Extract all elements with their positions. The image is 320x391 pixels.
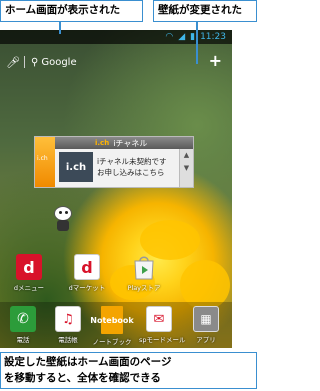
plus-icon[interactable]: + [209,51,222,70]
app-dmarket[interactable]: d dマーケット [67,254,107,292]
app-label: dメニュー [13,284,45,292]
callout-wallpaper-text: 壁紙が変更された [158,4,242,16]
mascot-head [54,206,72,221]
mascot-character-icon[interactable] [52,206,74,232]
chevron-down-icon[interactable]: ▼ [180,162,193,175]
search-divider [24,56,25,68]
widget-title: iチャネル [113,138,148,148]
search-icon[interactable]: ⚲ [31,57,38,68]
app-label: アプリ [196,336,216,344]
app-drawer[interactable]: ▦ アプリ [186,306,226,344]
chevron-up-icon[interactable]: ▲ [180,149,193,162]
status-time: 11:23 [200,32,226,42]
home-screen[interactable]: ◠ ◢ ▮ 11:23 🎤︎ ⚲ Google + i.ch i.ch iチャネ… [0,30,232,348]
widget-thumbnail[interactable]: i.ch [59,152,93,182]
widget-scroll-controls[interactable]: ▲ ▼ [179,149,193,187]
callout-wallpaper-changed: 壁紙が変更された [153,0,257,22]
widget-message[interactable]: iチャネル未契約です お申し込みはこちら [97,156,179,178]
widget-side-label: i.ch [37,155,48,162]
app-label: 電話帳 [58,336,78,344]
mascot-eye [59,211,62,214]
app-label: 電話 [16,336,30,344]
caption-line2: を移動すると、全体を確認できる [4,372,161,384]
signal-icon: ◢ [178,32,186,42]
widget-side-tab[interactable]: i.ch [35,137,55,187]
app-label: ノートブック [92,338,132,346]
caption-box: 設定した壁紙はホーム画面のページ を移動すると、全体を確認できる [0,352,257,389]
callout-home-text: ホーム画面が表示された [5,4,121,16]
app-label: Playストア [127,284,161,292]
app-play-store[interactable]: Playストア [124,254,164,292]
phonebook-icon[interactable]: ♫ [55,306,81,332]
phone-icon[interactable]: ✆ [10,306,36,332]
mic-icon[interactable]: 🎤︎ [6,56,20,69]
mascot-body [57,220,69,231]
callout-leader-line [196,22,198,64]
widget-message-line2: お申し込みはこちら [97,168,165,177]
app-notebook[interactable]: Notebook ノートブック [90,306,134,346]
dmenu-icon[interactable]: d [16,254,42,280]
google-search-bar[interactable]: 🎤︎ ⚲ Google + [6,51,224,72]
dmarket-icon[interactable]: d [74,254,100,280]
battery-icon: ▮ [190,32,196,42]
callout-leader-line [59,22,61,34]
wifi-icon: ◠ [165,32,174,42]
widget-thumb-logo: i.ch [65,161,87,173]
widget-header: i.ch iチャネル [35,137,193,149]
app-spmode-mail[interactable]: ✉ spモードメール [139,306,186,344]
app-grid-icon[interactable]: ▦ [193,306,219,332]
ichannel-widget[interactable]: i.ch i.ch iチャネル i.ch iチャネル未契約です お申し込みはこち… [34,136,194,188]
app-phonebook[interactable]: ♫ 電話帳 [48,306,88,344]
app-label: dマーケット [68,284,106,292]
app-label: spモードメール [139,336,186,344]
play-store-icon[interactable] [131,254,157,280]
callout-home-shown: ホーム画面が表示された [0,0,143,22]
search-label[interactable]: Google [41,57,76,68]
play-store-bag-icon [134,256,154,280]
app-phone[interactable]: ✆ 電話 [3,306,43,344]
caption-line1: 設定した壁紙はホーム画面のページ [4,356,172,368]
mascot-eye [65,211,68,214]
mail-icon[interactable]: ✉ [146,306,172,332]
app-dmenu[interactable]: d dメニュー [9,254,49,292]
widget-message-line1: iチャネル未契約です [97,157,167,166]
notebook-icon[interactable]: Notebook [90,306,134,334]
widget-logo: i.ch [95,139,110,147]
